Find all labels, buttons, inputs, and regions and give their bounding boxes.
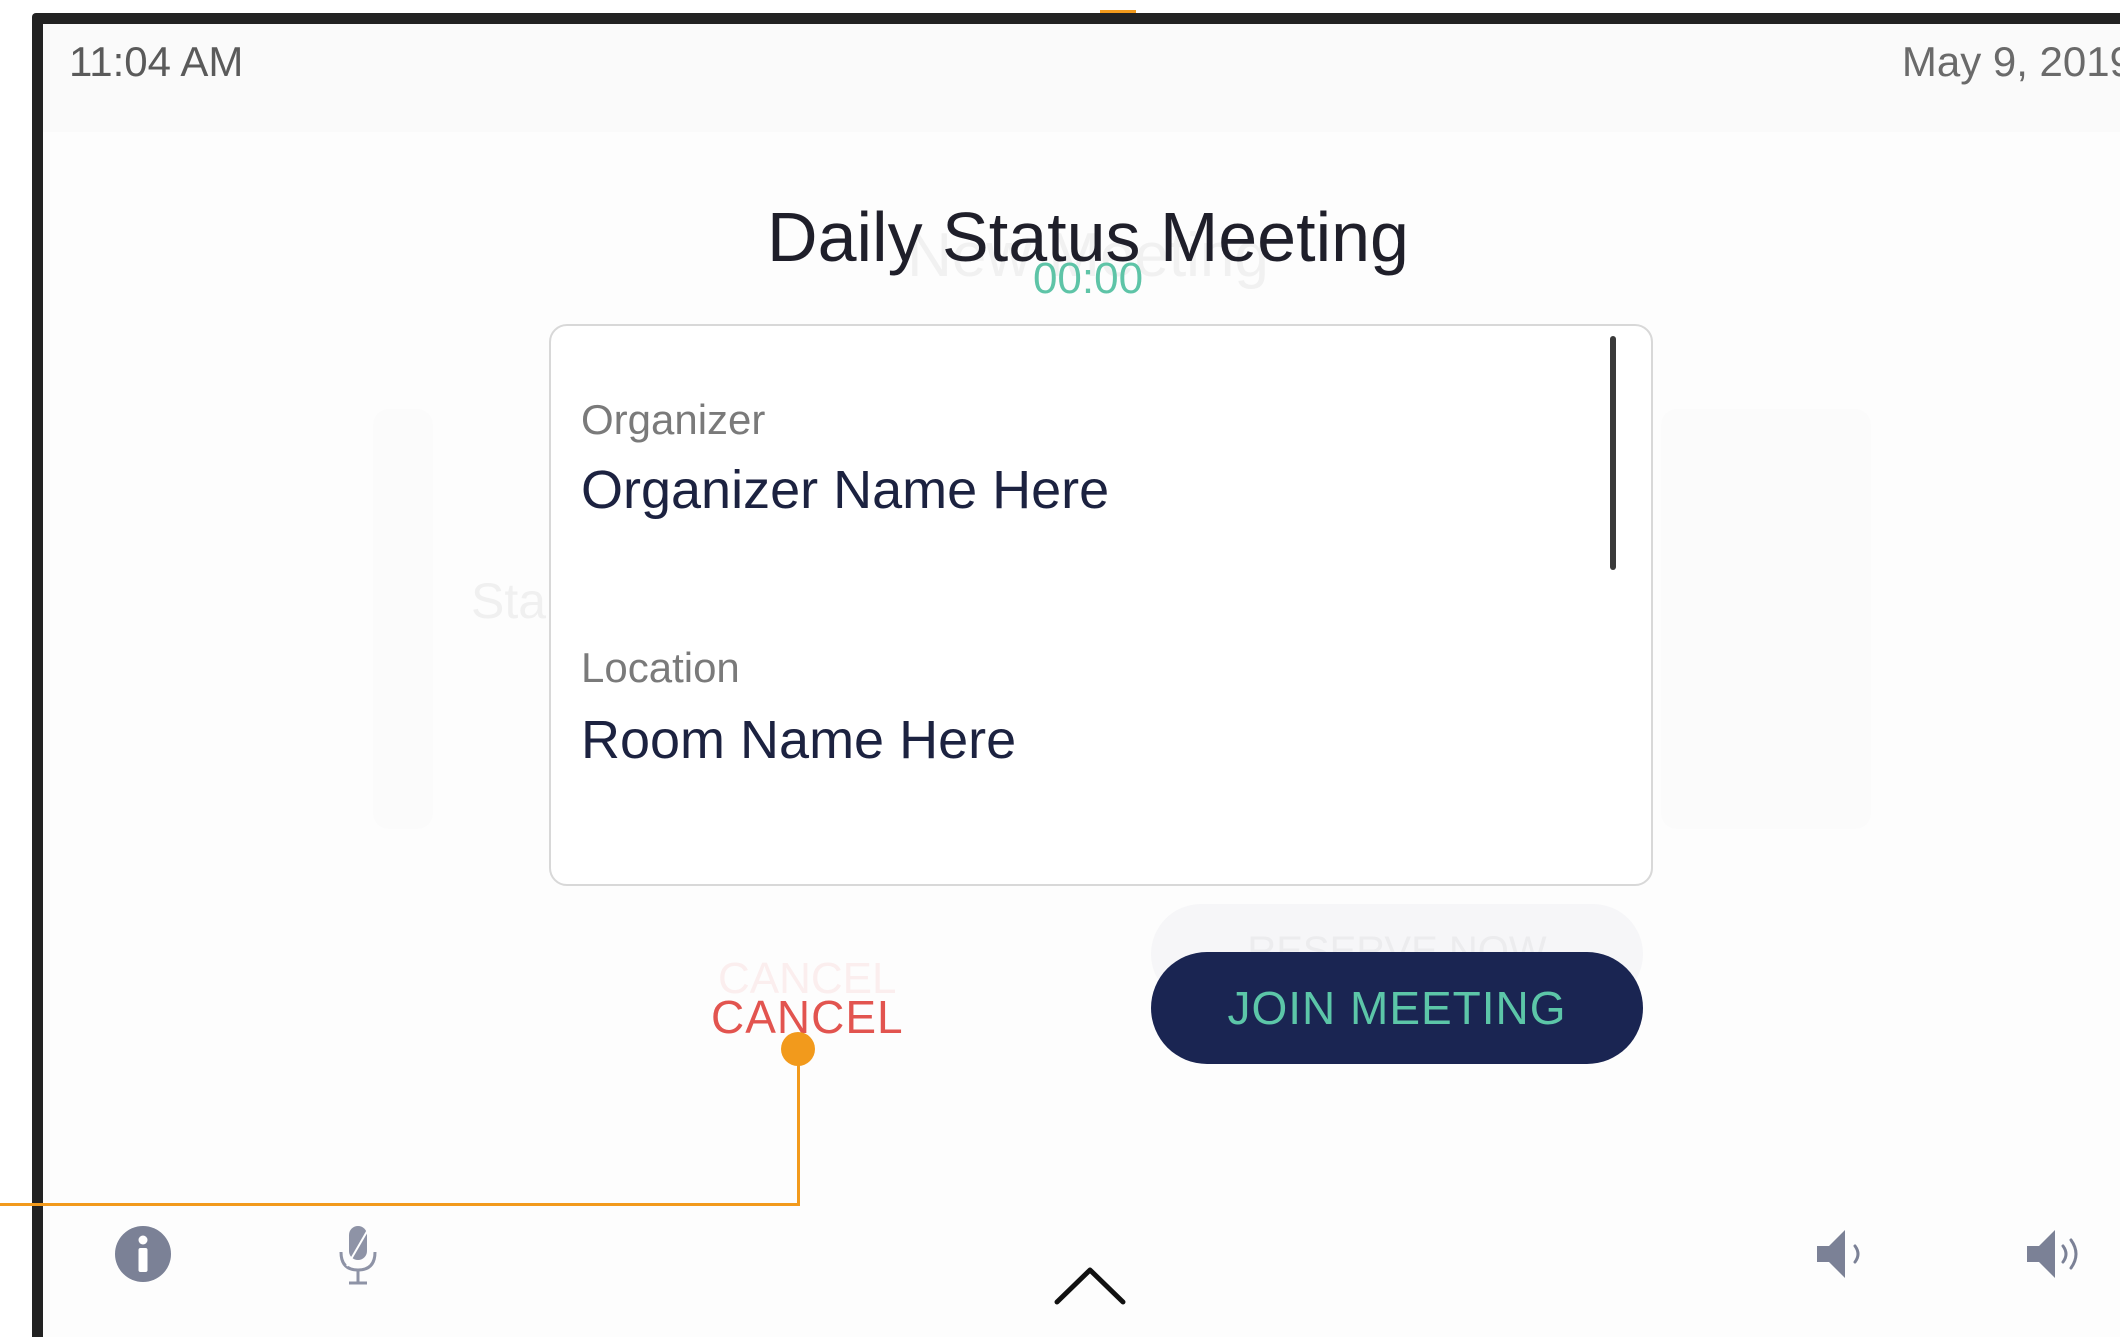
- details-scrollbar[interactable]: [1610, 336, 1616, 570]
- location-value: Room Name Here: [581, 710, 1017, 770]
- status-bar: 11:04 AM May 9, 2019: [43, 24, 2120, 132]
- background-card-right: [1661, 409, 1871, 829]
- chevron-up-icon[interactable]: [1053, 1262, 1127, 1306]
- meeting-details-card[interactable]: Organizer Organizer Name Here Location R…: [549, 324, 1653, 886]
- organizer-value: Organizer Name Here: [581, 460, 1110, 520]
- clock-time: 11:04 AM: [69, 38, 244, 85]
- location-label: Location: [581, 644, 740, 691]
- organizer-label: Organizer: [581, 396, 766, 443]
- room-panel-screen: 11:04 AM May 9, 2019 New Meeting Sta CAN…: [43, 24, 2120, 1337]
- background-card-left: [373, 409, 433, 829]
- volume-high-icon[interactable]: [2023, 1224, 2089, 1284]
- callout-line-vertical: [797, 1050, 800, 1206]
- current-date: May 9, 2019: [1901, 38, 2120, 85]
- volume-low-icon[interactable]: [1813, 1224, 1873, 1284]
- join-meeting-button[interactable]: JOIN MEETING: [1151, 952, 1643, 1064]
- meeting-timer: 00:00: [1032, 254, 1144, 303]
- info-icon[interactable]: [113, 1224, 173, 1284]
- callout-line-horizontal: [0, 1203, 800, 1206]
- background-card-text: Sta: [471, 573, 547, 629]
- microphone-icon[interactable]: [333, 1222, 383, 1288]
- callout-marker: [781, 1032, 815, 1066]
- page-canvas: 11:04 AM May 9, 2019 New Meeting Sta CAN…: [0, 0, 2120, 1337]
